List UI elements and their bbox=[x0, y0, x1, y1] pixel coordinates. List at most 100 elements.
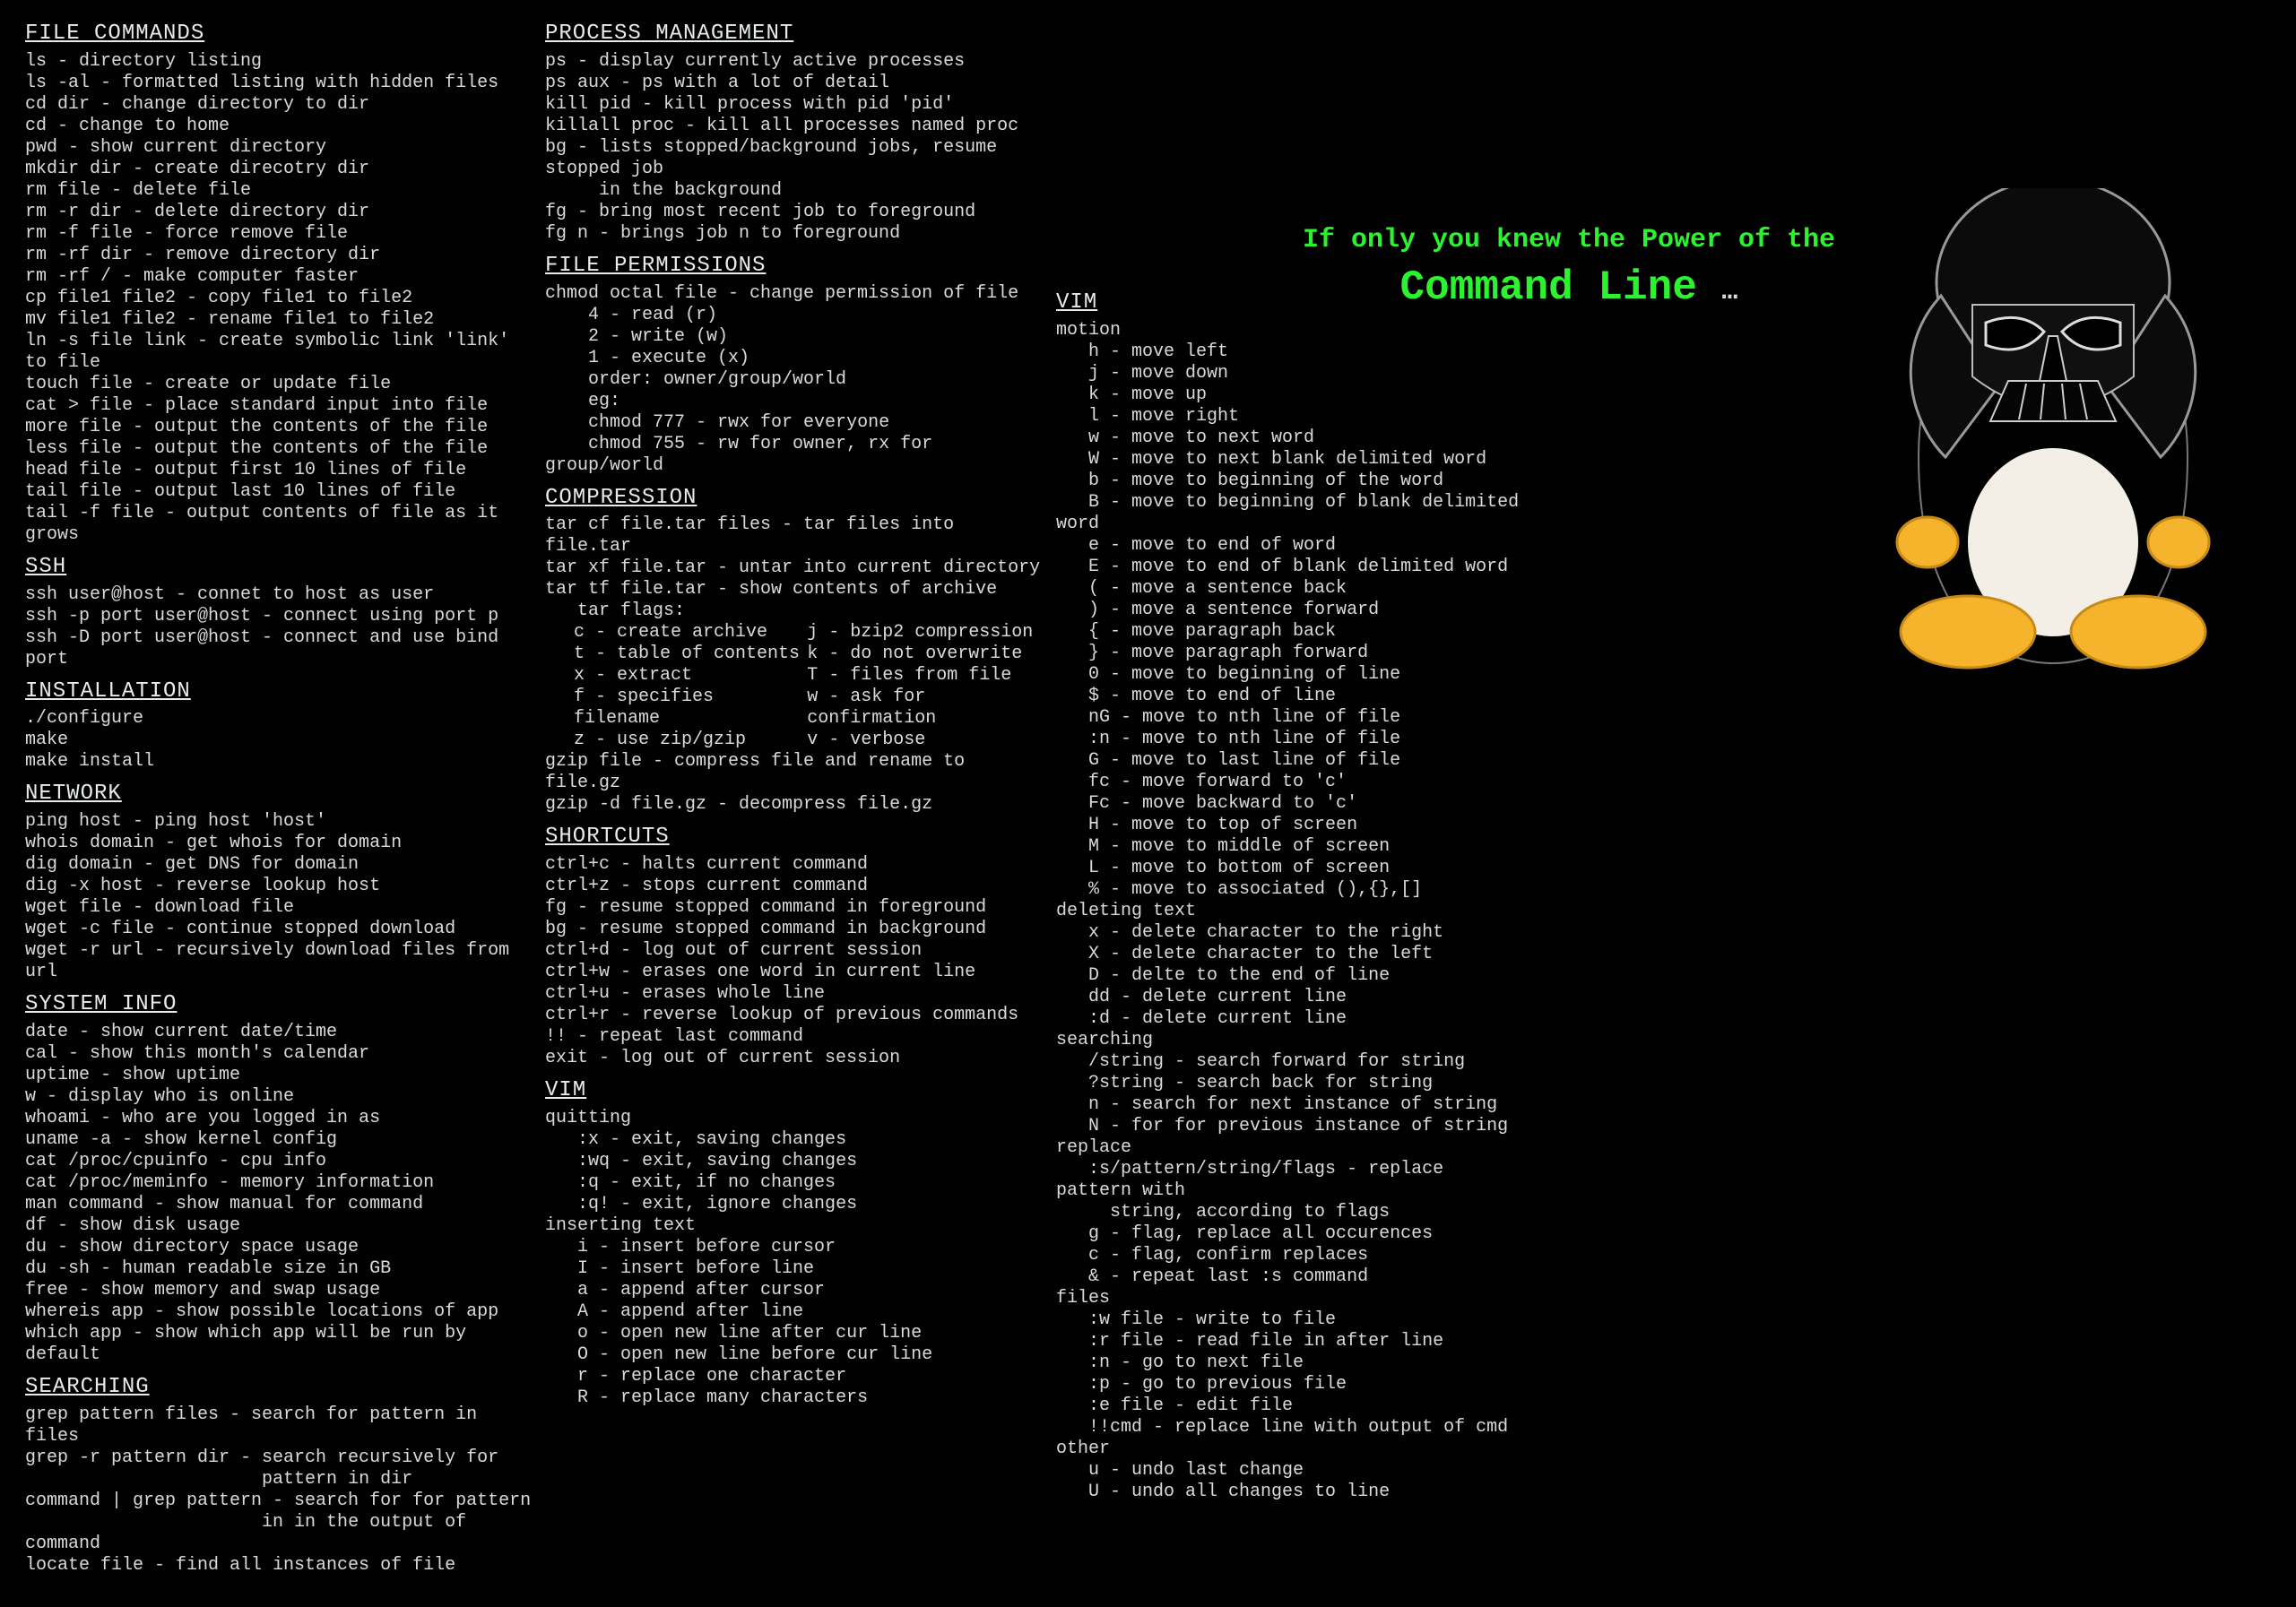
cmd-line: c - flag, confirm replaces bbox=[1056, 1245, 1522, 1266]
cmd-line: :n - go to next file bbox=[1056, 1352, 1522, 1374]
cmd-line: du -sh - human readable size in GB bbox=[25, 1258, 536, 1280]
cmd-line: g - flag, replace all occurences bbox=[1056, 1223, 1522, 1245]
cmd-line: wget -c file - continue stopped download bbox=[25, 919, 536, 940]
cmd-line: files bbox=[1056, 1288, 1522, 1309]
cmd-line: less file - output the contents of the f… bbox=[25, 438, 536, 460]
cmd-line: tail -f file - output contents of file a… bbox=[25, 503, 536, 546]
cmd-line: ./configure bbox=[25, 708, 536, 730]
cmd-line: ?string - search back for string bbox=[1056, 1073, 1522, 1094]
cmd-line: :r file - read file in after line bbox=[1056, 1331, 1522, 1352]
cmd-line: searching bbox=[1056, 1030, 1522, 1051]
cmd-line: H - move to top of screen bbox=[1056, 815, 1522, 836]
cmd-line: cd dir - change directory to dir bbox=[25, 94, 536, 116]
cmd-line: Fc - move backward to 'c' bbox=[1056, 793, 1522, 815]
cmd-line: B - move to beginning of blank delimited… bbox=[1056, 492, 1522, 535]
mascot-vader-tux-icon bbox=[1865, 188, 2241, 679]
section-title: PROCESS MANAGEMENT bbox=[545, 22, 1047, 48]
cmd-line: I - insert before line bbox=[545, 1258, 1047, 1280]
column-2: PROCESS MANAGEMENTps - display currently… bbox=[545, 22, 1047, 1585]
cmd-line: % - move to associated (),{},[] bbox=[1056, 879, 1522, 901]
cmd-line: :q - exit, if no changes bbox=[545, 1172, 1047, 1194]
cmd-line: deleting text bbox=[1056, 901, 1522, 922]
cmd-line: :q! - exit, ignore changes bbox=[545, 1194, 1047, 1215]
cmd-line: which app - show which app will be run b… bbox=[25, 1323, 536, 1366]
cmd-line: more file - output the contents of the f… bbox=[25, 417, 536, 438]
cmd-line: L - move to bottom of screen bbox=[1056, 858, 1522, 879]
cmd-line: ) - move a sentence forward bbox=[1056, 600, 1522, 621]
section-title: NETWORK bbox=[25, 782, 536, 808]
column-1: FILE COMMANDSls - directory listingls -a… bbox=[25, 22, 536, 1585]
cmd-line: R - replace many characters bbox=[545, 1387, 1047, 1409]
cmd-line: ls -al - formatted listing with hidden f… bbox=[25, 73, 536, 94]
cmd-line: x - extract bbox=[574, 665, 807, 687]
cmd-line: whereis app - show possible locations of… bbox=[25, 1301, 536, 1323]
section: PROCESS MANAGEMENTps - display currently… bbox=[545, 22, 1047, 245]
section: SSHssh user@host - connet to host as use… bbox=[25, 555, 536, 670]
cmd-line: 1 - execute (x) bbox=[545, 348, 1047, 369]
cmd-line: order: owner/group/world bbox=[545, 369, 1047, 391]
cmd-line: mv file1 file2 - rename file1 to file2 bbox=[25, 309, 536, 331]
cmd-line: date - show current date/time bbox=[25, 1022, 536, 1043]
cmd-line: :e file - edit file bbox=[1056, 1395, 1522, 1417]
cmd-line: 4 - read (r) bbox=[545, 305, 1047, 326]
cmd-line: :s/pattern/string/flags - replace patter… bbox=[1056, 1159, 1522, 1202]
cmd-line: in the background bbox=[545, 180, 1047, 202]
cmd-line: mkdir dir - create direcotry dir bbox=[25, 159, 536, 180]
cmd-line: kill pid - kill process with pid 'pid' bbox=[545, 94, 1047, 116]
section-title: VIM bbox=[545, 1078, 1047, 1104]
cmd-line: r - replace one character bbox=[545, 1366, 1047, 1387]
section-title: FILE COMMANDS bbox=[25, 22, 536, 48]
cmd-line: T - files from file bbox=[807, 665, 1047, 687]
cmd-line: a - append after cursor bbox=[545, 1280, 1047, 1301]
cmd-line: dd - delete current line bbox=[1056, 987, 1522, 1008]
cmd-line: ctrl+w - erases one word in current line bbox=[545, 962, 1047, 983]
cmd-line: rm -rf / - make computer faster bbox=[25, 266, 536, 288]
cmd-line: ln -s file link - create symbolic link '… bbox=[25, 331, 536, 374]
cmd-line: cat > file - place standard input into f… bbox=[25, 395, 536, 417]
section: SEARCHINGgrep pattern files - search for… bbox=[25, 1375, 536, 1577]
cmd-line: h - move left bbox=[1056, 341, 1522, 363]
cmd-line: pattern in dir bbox=[25, 1469, 536, 1490]
cmd-line: W - move to next blank delimited word bbox=[1056, 449, 1522, 471]
section: VIMquitting :x - exit, saving changes :w… bbox=[545, 1078, 1047, 1409]
tagline: If only you knew the Power of the Comman… bbox=[1291, 224, 1847, 313]
cmd-line: :d - delete current line bbox=[1056, 1008, 1522, 1030]
cmd-line: ssh -p port user@host - connect using po… bbox=[25, 606, 536, 627]
cmd-line: ( - move a sentence back bbox=[1056, 578, 1522, 600]
cmd-line: /string - search forward for string bbox=[1056, 1051, 1522, 1073]
cmd-line: & - repeat last :s command bbox=[1056, 1266, 1522, 1288]
cmd-line: tar cf file.tar files - tar files into f… bbox=[545, 514, 1047, 557]
cmd-line: rm -r dir - delete directory dir bbox=[25, 202, 536, 223]
cmd-line: tar flags: bbox=[545, 600, 1047, 622]
cmd-line: N - for for previous instance of string bbox=[1056, 1116, 1522, 1137]
cmd-line: 2 - write (w) bbox=[545, 326, 1047, 348]
section: NETWORKping host - ping host 'host'whois… bbox=[25, 782, 536, 983]
section-title: FILE PERMISSIONS bbox=[545, 254, 1047, 280]
cmd-line: ctrl+c - halts current command bbox=[545, 854, 1047, 876]
cmd-line: nG - move to nth line of file bbox=[1056, 707, 1522, 729]
tar-flags: c - create archivet - table of contentsx… bbox=[545, 622, 1047, 751]
section: VIMmotion h - move left j - move down k … bbox=[1056, 290, 1522, 1503]
cmd-line: cd - change to home bbox=[25, 116, 536, 137]
cmd-line: D - delte to the end of line bbox=[1056, 965, 1522, 987]
cmd-line: ctrl+r - reverse lookup of previous comm… bbox=[545, 1005, 1047, 1026]
cmd-line: rm file - delete file bbox=[25, 180, 536, 202]
cmd-line: X - delete character to the left bbox=[1056, 944, 1522, 965]
cmd-line: G - move to last line of file bbox=[1056, 750, 1522, 772]
cmd-line: killall proc - kill all processes named … bbox=[545, 116, 1047, 137]
cmd-line: man command - show manual for command bbox=[25, 1194, 536, 1215]
cmd-line: j - move down bbox=[1056, 363, 1522, 384]
cmd-line: j - bzip2 compression bbox=[807, 622, 1047, 644]
cmd-line: quitting bbox=[545, 1108, 1047, 1129]
cmd-line: grep pattern files - search for pattern … bbox=[25, 1404, 536, 1447]
cmd-line: eg: bbox=[545, 391, 1047, 412]
cmd-line: ctrl+d - log out of current session bbox=[545, 940, 1047, 962]
cmd-line: x - delete character to the right bbox=[1056, 922, 1522, 944]
cmd-line: U - undo all changes to line bbox=[1056, 1482, 1522, 1503]
cmd-line: c - create archive bbox=[574, 622, 807, 644]
cmd-line: cat /proc/meminfo - memory information bbox=[25, 1172, 536, 1194]
cmd-line: cal - show this month's calendar bbox=[25, 1043, 536, 1065]
cmd-line: v - verbose bbox=[807, 730, 1047, 751]
cmd-line: rm -rf dir - remove directory dir bbox=[25, 245, 536, 266]
cmd-line: rm -f file - force remove file bbox=[25, 223, 536, 245]
